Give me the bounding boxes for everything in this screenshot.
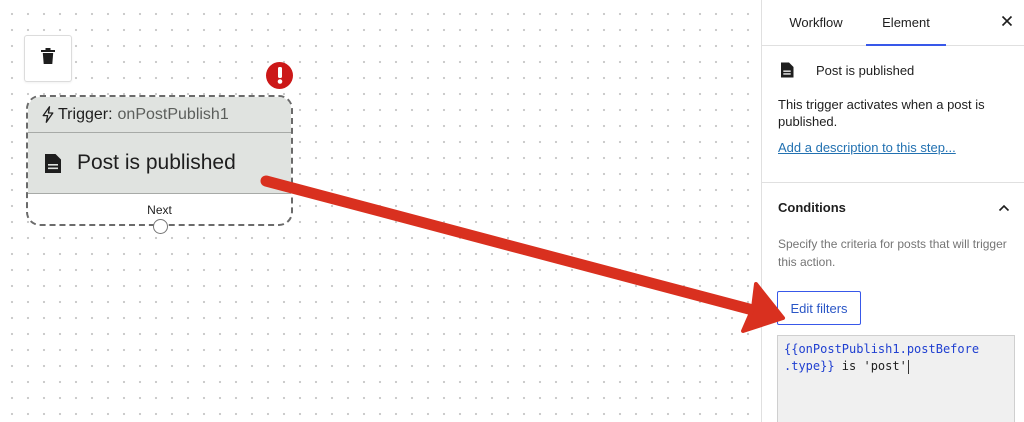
- workflow-canvas[interactable]: Trigger: onPostPublish1 Post is publishe…: [0, 0, 761, 422]
- conditions-title: Conditions: [778, 199, 846, 215]
- trigger-node-header: Trigger: onPostPublish1: [28, 97, 291, 133]
- document-icon: [780, 62, 794, 78]
- code-token: {{onPostPublish1.postBefore: [784, 342, 980, 356]
- code-text: is 'post': [834, 359, 907, 373]
- inspector-tabs: Workflow Element: [762, 0, 1024, 46]
- document-icon: [44, 153, 62, 174]
- close-panel-button[interactable]: [996, 12, 1018, 34]
- trigger-title: Post is published: [77, 151, 236, 174]
- tab-element[interactable]: Element: [866, 0, 946, 46]
- tab-workflow[interactable]: Workflow: [766, 0, 866, 45]
- chevron-up-icon[interactable]: [998, 200, 1010, 215]
- trigger-label: Trigger:: [58, 105, 113, 123]
- delete-step-button[interactable]: [24, 35, 72, 82]
- close-icon: [1001, 14, 1013, 32]
- trash-icon: [41, 48, 55, 69]
- filter-expression-editor[interactable]: {{onPostPublish1.postBefore .type}} is '…: [777, 335, 1015, 422]
- conditions-description: Specify the criteria for posts that will…: [778, 237, 1007, 269]
- add-description-link[interactable]: Add a description to this step...: [762, 130, 1024, 155]
- text-cursor: [907, 359, 909, 374]
- section-divider: [762, 182, 1024, 183]
- bolt-icon: [42, 106, 54, 123]
- inspector-panel: Workflow Element Post is published This …: [761, 0, 1024, 422]
- trigger-node[interactable]: Trigger: onPostPublish1 Post is publishe…: [26, 95, 293, 234]
- code-token: .type}}: [784, 359, 835, 373]
- edit-filters-button[interactable]: Edit filters: [777, 291, 861, 325]
- step-description: This trigger activates when a post is pu…: [778, 97, 985, 129]
- trigger-node-body: Post is published: [28, 133, 291, 194]
- trigger-name: onPostPublish1: [117, 105, 229, 123]
- conditions-header[interactable]: Conditions: [778, 198, 1010, 216]
- step-title: Post is published: [816, 62, 915, 78]
- error-icon[interactable]: [266, 62, 293, 89]
- next-connector-handle[interactable]: [153, 219, 168, 234]
- step-header: Post is published: [762, 46, 1024, 78]
